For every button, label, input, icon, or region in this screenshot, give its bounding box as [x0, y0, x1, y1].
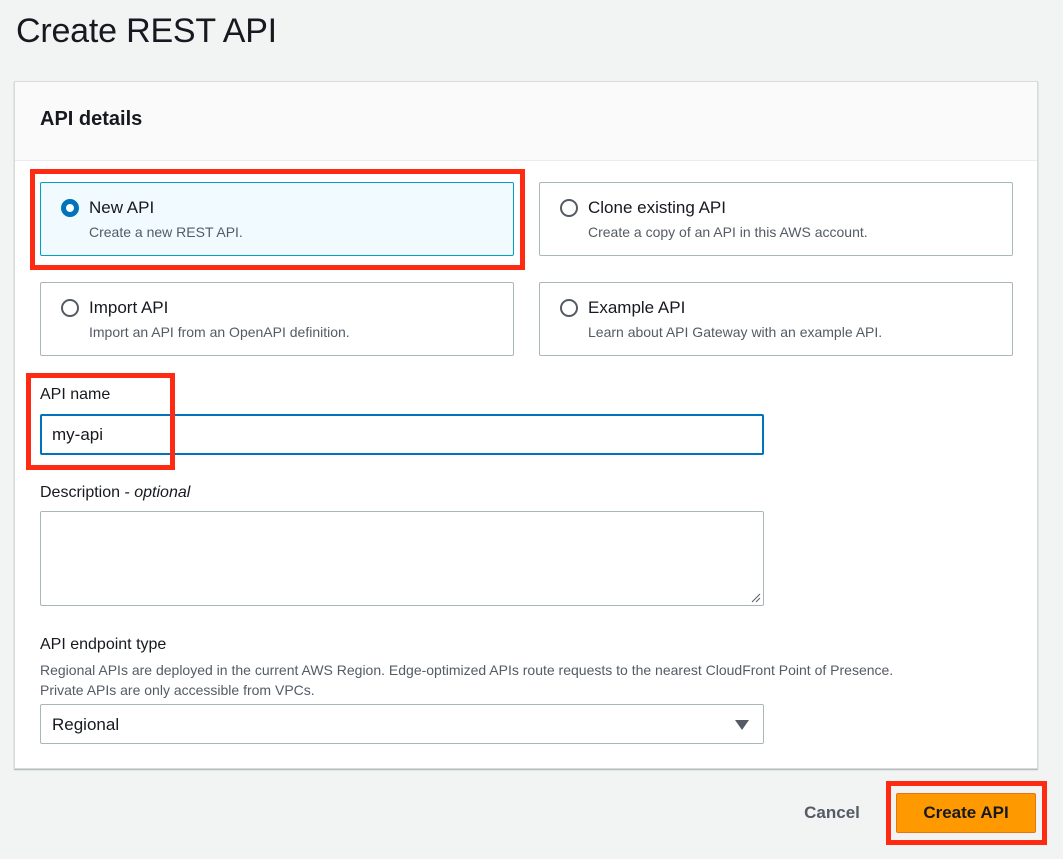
optional-tag: optional	[134, 484, 191, 501]
create-api-button[interactable]: Create API	[896, 793, 1036, 833]
tile-example-api[interactable]: Example API Learn about API Gateway with…	[539, 282, 1013, 356]
description-textarea[interactable]	[40, 511, 764, 606]
endpoint-type-help: Regional APIs are deployed in the curren…	[40, 660, 1000, 700]
help-line: Regional APIs are deployed in the curren…	[40, 662, 894, 678]
tile-description: Create a new REST API.	[89, 224, 243, 240]
radio-example-api[interactable]	[560, 299, 578, 317]
description-label: Description - optional	[40, 484, 190, 502]
tile-new-api[interactable]: New API Create a new REST API.	[40, 182, 514, 256]
page-title: Create REST API	[16, 12, 277, 50]
panel-title: API details	[40, 108, 143, 130]
endpoint-type-label: API endpoint type	[40, 636, 167, 653]
panel-header: API details	[15, 82, 1037, 161]
radio-import-api[interactable]	[61, 299, 79, 317]
tile-title: Clone existing API	[588, 198, 726, 217]
tile-description: Learn about API Gateway with an example …	[588, 324, 883, 340]
tile-title: New API	[89, 198, 155, 217]
tile-title: Import API	[89, 298, 169, 317]
endpoint-type-value: Regional	[52, 715, 120, 734]
api-name-input[interactable]	[40, 414, 764, 455]
caret-down-icon	[735, 720, 749, 730]
resize-grip-icon[interactable]	[751, 593, 761, 603]
tile-title: Example API	[588, 298, 686, 317]
help-line: Private APIs are only accessible from VP…	[40, 682, 315, 698]
api-name-label: API name	[40, 386, 111, 403]
tile-clone-existing-api[interactable]: Clone existing API Create a copy of an A…	[539, 182, 1013, 256]
cancel-button[interactable]: Cancel	[790, 796, 874, 830]
tile-description: Import an API from an OpenAPI definition…	[89, 324, 350, 340]
description-label-text: Description -	[40, 484, 135, 501]
endpoint-type-select[interactable]: Regional	[40, 704, 764, 744]
tile-import-api[interactable]: Import API Import an API from an OpenAPI…	[40, 282, 514, 356]
radio-new-api[interactable]	[61, 199, 79, 217]
tile-description: Create a copy of an API in this AWS acco…	[588, 224, 868, 240]
api-details-panel: API details New API Create a new REST AP…	[14, 81, 1038, 769]
radio-clone-existing-api[interactable]	[560, 199, 578, 217]
